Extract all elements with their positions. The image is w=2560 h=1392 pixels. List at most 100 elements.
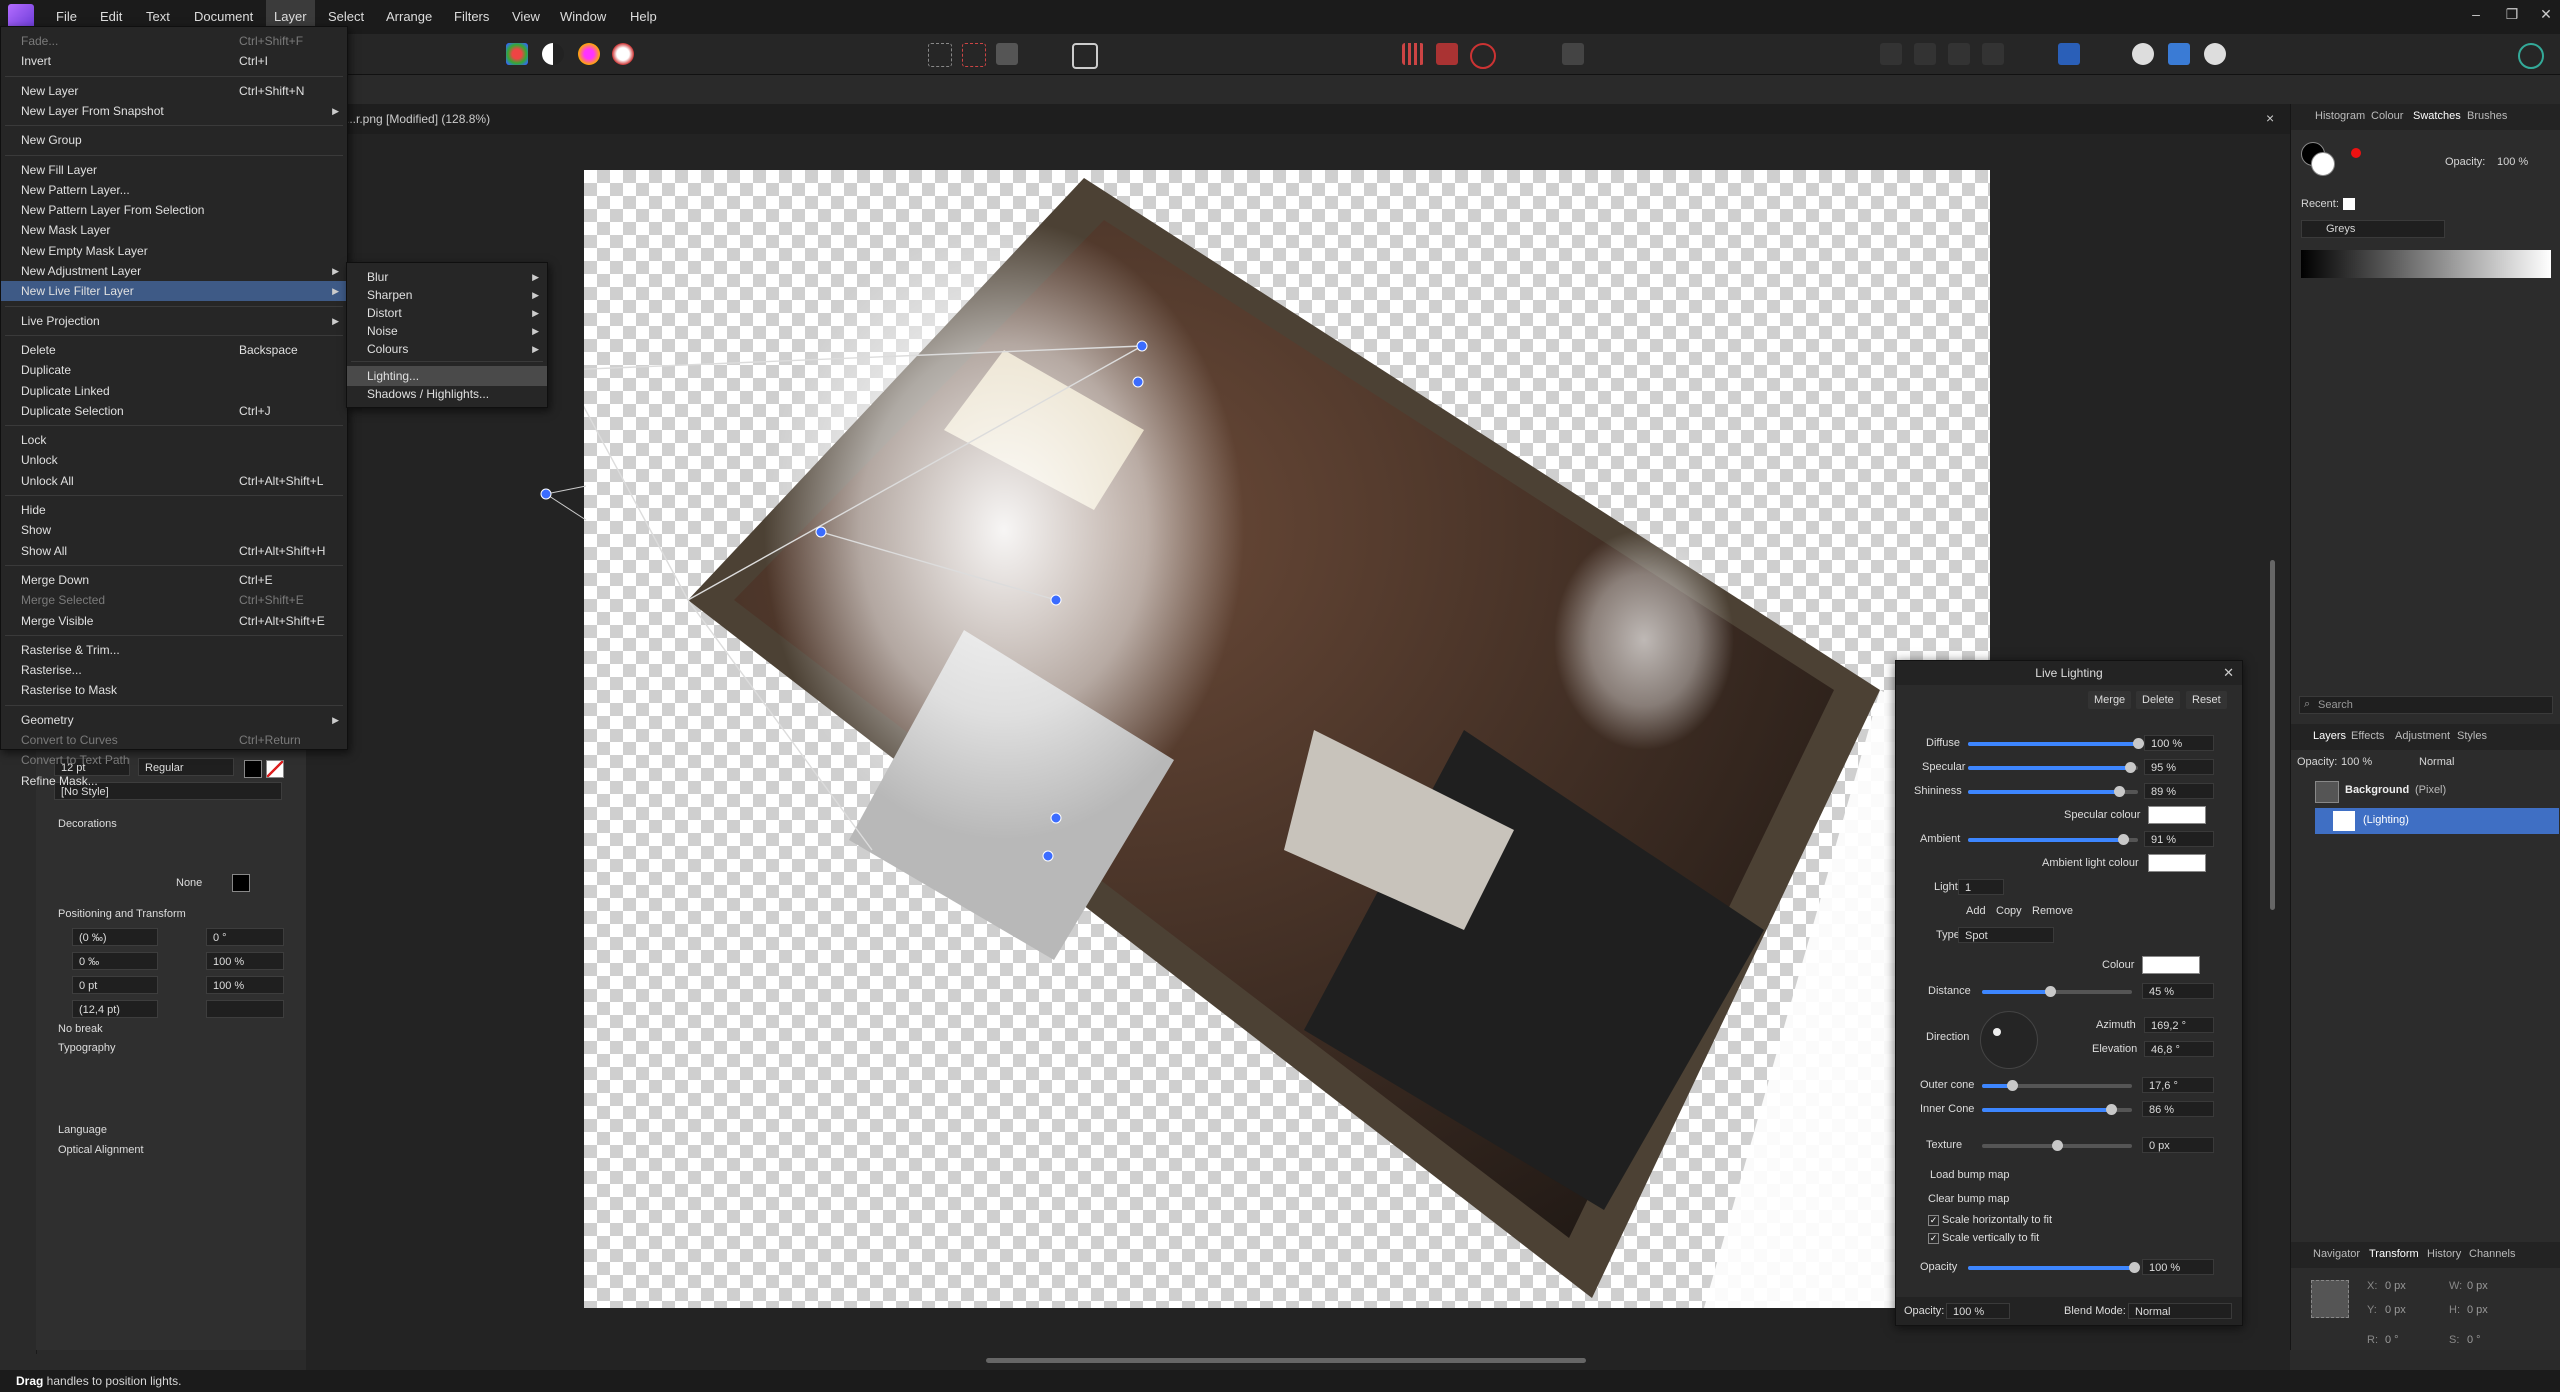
marquee-icon[interactable] bbox=[928, 43, 952, 67]
light-opacity-slider[interactable] bbox=[1968, 1262, 2140, 1273]
menu-item-duplicate-selection[interactable]: Duplicate Selection Ctrl+J bbox=[1, 401, 347, 421]
menu-item-merge-selected[interactable]: Merge Selected Ctrl+Shift+E bbox=[1, 590, 347, 610]
copy-light-button[interactable]: Copy bbox=[1996, 905, 2022, 917]
layer-blend-mode[interactable]: Normal bbox=[2419, 756, 2454, 768]
horizontal-scale-field[interactable]: 100 % bbox=[206, 976, 284, 994]
transform-x[interactable]: 0 px bbox=[2385, 1280, 2406, 1292]
decoration-colour-swatch[interactable] bbox=[232, 874, 250, 892]
document-title[interactable]: ...r.png [Modified] (128.8%) bbox=[346, 112, 490, 126]
magnet-icon[interactable] bbox=[1470, 43, 1496, 69]
layer-opacity-value[interactable]: 100 % bbox=[2341, 756, 2372, 768]
user-icon[interactable] bbox=[2518, 43, 2544, 69]
align-left-icon[interactable] bbox=[2058, 43, 2080, 65]
tab-brushes[interactable]: Brushes bbox=[2467, 110, 2507, 122]
outer-cone-slider[interactable] bbox=[1982, 1080, 2132, 1091]
merge-button[interactable]: Merge bbox=[2088, 691, 2132, 709]
scroll-thumb[interactable] bbox=[986, 1358, 1586, 1363]
distance-value[interactable]: 45 % bbox=[2142, 983, 2214, 999]
transform-h[interactable]: 0 px bbox=[2467, 1304, 2488, 1316]
baseline-field[interactable]: (0 ‰) bbox=[72, 928, 158, 946]
menu-item-new-layer[interactable]: New Layer Ctrl+Shift+N bbox=[1, 81, 347, 101]
menu-item-refine-mask[interactable]: Refine Mask... bbox=[1, 771, 347, 791]
menu-item-geometry[interactable]: Geometry ▶ bbox=[1, 710, 347, 730]
persona-liquify-icon[interactable] bbox=[2168, 43, 2190, 65]
tab-effects[interactable]: Effects bbox=[2351, 730, 2384, 742]
outer-cone-value[interactable]: 17,6 ° bbox=[2142, 1077, 2214, 1093]
transform-rotation[interactable]: 0 ° bbox=[2385, 1334, 2399, 1346]
optical-alignment-header[interactable]: Optical Alignment bbox=[58, 1144, 144, 1156]
menu-item-new-group[interactable]: New Group bbox=[1, 130, 347, 150]
reset-button[interactable]: Reset bbox=[2186, 691, 2227, 709]
tab-layers[interactable]: Layers bbox=[2313, 730, 2346, 742]
document-canvas[interactable] bbox=[584, 170, 1990, 1308]
persona-photo-icon[interactable] bbox=[2132, 43, 2154, 65]
menu-item-live-projection[interactable]: Live Projection ▶ bbox=[1, 311, 347, 331]
light-source-handle[interactable] bbox=[530, 470, 590, 530]
scale-vertical-checkbox[interactable]: ✓ bbox=[1928, 1233, 1939, 1244]
load-bump-map-button[interactable]: Load bump map bbox=[1930, 1169, 2010, 1181]
info-icon[interactable] bbox=[1562, 43, 1584, 65]
tab-colour[interactable]: Colour bbox=[2371, 110, 2403, 122]
ambient-value[interactable]: 91 % bbox=[2144, 831, 2214, 847]
menu-item-show[interactable]: Show bbox=[1, 520, 347, 540]
menu-item-new-adjustment-layer[interactable]: New Adjustment Layer ▶ bbox=[1, 261, 347, 281]
menu-item-new-layer-from-snapshot[interactable]: New Layer From Snapshot ▶ bbox=[1, 101, 347, 121]
typography-header[interactable]: Typography bbox=[58, 1042, 115, 1054]
persona-develop-icon[interactable] bbox=[2204, 43, 2226, 65]
menu-item-new-pattern-layer[interactable]: New Pattern Layer... bbox=[1, 180, 347, 200]
menu-item-duplicate[interactable]: Duplicate bbox=[1, 360, 347, 380]
transform-y[interactable]: 0 px bbox=[2385, 1304, 2406, 1316]
menu-item-delete[interactable]: Delete Backspace bbox=[1, 340, 347, 360]
menu-item-rasterise-to-mask[interactable]: Rasterise to Mask bbox=[1, 680, 347, 700]
white-balance-icon[interactable] bbox=[612, 43, 634, 65]
light-opacity-value[interactable]: 100 % bbox=[2142, 1259, 2214, 1275]
diffuse-value[interactable]: 100 % bbox=[2144, 735, 2214, 751]
menu-item-unlock-all[interactable]: Unlock All Ctrl+Alt+Shift+L bbox=[1, 471, 347, 491]
direction-dial-knob[interactable] bbox=[1993, 1028, 2001, 1036]
layer-row-background[interactable]: Background (Pixel) bbox=[2315, 778, 2559, 804]
greys-swatch-grid[interactable] bbox=[2301, 250, 2551, 278]
tab-channels[interactable]: Channels bbox=[2469, 1248, 2515, 1260]
light-select[interactable]: 1 bbox=[1958, 879, 2004, 895]
scale-horizontal-checkbox[interactable]: ✓ bbox=[1928, 1215, 1939, 1226]
skew-field[interactable]: 0 ° bbox=[206, 928, 284, 946]
menu-item-rasterise-trim[interactable]: Rasterise & Trim... bbox=[1, 640, 347, 660]
menu-item-noise[interactable]: Noise ▶ bbox=[347, 321, 547, 341]
recent-swatch[interactable] bbox=[2343, 198, 2355, 210]
ambient-colour-swatch[interactable] bbox=[2148, 854, 2206, 872]
colour-picker-icon[interactable] bbox=[2351, 148, 2361, 158]
menu-item-show-all[interactable]: Show All Ctrl+Alt+Shift+H bbox=[1, 541, 347, 561]
distance-slider[interactable] bbox=[1982, 986, 2132, 997]
tab-navigator[interactable]: Navigator bbox=[2313, 1248, 2360, 1260]
inner-cone-slider[interactable] bbox=[1982, 1104, 2132, 1115]
decorations-header[interactable]: Decorations bbox=[58, 818, 117, 830]
vertical-scroll-thumb[interactable] bbox=[2270, 560, 2275, 910]
menu-item-invert[interactable]: Invert Ctrl+I bbox=[1, 51, 347, 71]
inner-cone-value[interactable]: 86 % bbox=[2142, 1101, 2214, 1117]
remove-light-button[interactable]: Remove bbox=[2032, 905, 2073, 917]
minimize-button[interactable]: – bbox=[2464, 6, 2488, 26]
positioning-header[interactable]: Positioning and Transform bbox=[58, 908, 186, 920]
tab-history[interactable]: History bbox=[2427, 1248, 2461, 1260]
align-icon[interactable] bbox=[1880, 43, 1902, 65]
menu-arrange[interactable]: Arrange bbox=[378, 0, 440, 34]
ambient-slider[interactable] bbox=[1968, 834, 2138, 845]
tab-histogram[interactable]: Histogram bbox=[2315, 110, 2365, 122]
specular-colour-swatch[interactable] bbox=[2148, 806, 2206, 824]
menu-item-new-fill-layer[interactable]: New Fill Layer bbox=[1, 160, 347, 180]
shear-field[interactable] bbox=[206, 1000, 284, 1018]
close-window-button[interactable]: ✕ bbox=[2534, 6, 2558, 26]
layer-row-lighting[interactable]: (Lighting) bbox=[2315, 808, 2559, 834]
menu-item-lock[interactable]: Lock bbox=[1, 430, 347, 450]
texture-value[interactable]: 0 px bbox=[2142, 1137, 2214, 1153]
assistant-icon[interactable] bbox=[1436, 43, 1458, 65]
menu-item-duplicate-linked[interactable]: Duplicate Linked bbox=[1, 381, 347, 401]
maximize-button[interactable]: ❐ bbox=[2500, 6, 2524, 26]
menu-item-new-live-filter-layer[interactable]: New Live Filter Layer ▶ bbox=[1, 281, 347, 302]
menu-help[interactable]: Help bbox=[622, 0, 665, 34]
type-select[interactable]: Spot bbox=[1958, 927, 2054, 943]
live-lighting-title[interactable]: Live Lighting bbox=[1896, 661, 2242, 685]
texture-slider[interactable] bbox=[1982, 1140, 2132, 1151]
menu-window[interactable]: Window bbox=[552, 0, 614, 34]
close-icon[interactable]: ✕ bbox=[2223, 665, 2234, 681]
